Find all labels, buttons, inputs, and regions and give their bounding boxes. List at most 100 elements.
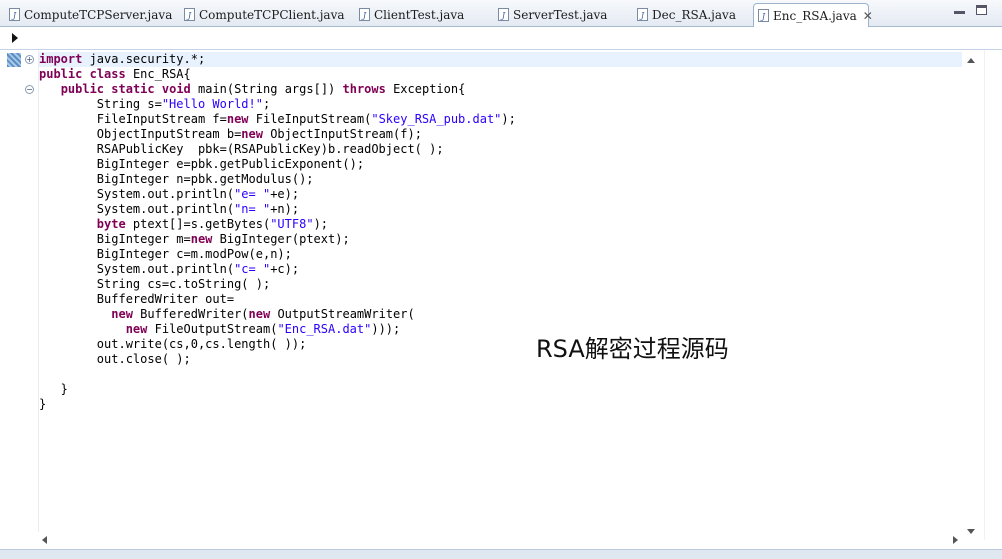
code-line[interactable]: public class Enc_RSA{ xyxy=(39,67,962,82)
code-line[interactable]: } xyxy=(39,382,962,397)
code-line[interactable]: BigInteger m=new BigInteger(ptext); xyxy=(39,232,962,247)
chevron-right-icon[interactable] xyxy=(12,33,18,43)
code-text: System.out.println( xyxy=(39,202,235,216)
code-keyword: throws xyxy=(342,82,386,96)
java-file-icon: J xyxy=(184,8,195,21)
code-line[interactable]: System.out.println("e= "+e); xyxy=(39,187,962,202)
java-file-icon: J xyxy=(498,8,509,21)
code-text: BigInteger m= xyxy=(39,232,191,246)
code-text: FileInputStream( xyxy=(248,112,372,126)
code-text: ObjectInputStream b= xyxy=(39,127,242,141)
java-file-icon: J xyxy=(758,9,769,22)
code-text: Exception{ xyxy=(385,82,466,96)
code-keyword: public xyxy=(60,82,105,96)
code-text: +n); xyxy=(270,202,300,216)
code-text: out.close( ); xyxy=(39,352,191,366)
code-line[interactable]: out.close( ); xyxy=(39,352,962,367)
code-keyword: import xyxy=(39,52,83,66)
code-line[interactable]: import java.security.*; xyxy=(39,52,962,67)
code-keyword: new xyxy=(241,127,263,141)
vertical-scrollbar[interactable] xyxy=(964,52,979,540)
code-text: ); xyxy=(313,217,329,231)
code-keyword: new xyxy=(226,112,249,126)
maximize-icon[interactable] xyxy=(976,5,987,15)
code-keyword: byte xyxy=(96,217,126,231)
code-keyword: new xyxy=(190,232,213,246)
tab-label: Enc_RSA.java xyxy=(773,8,857,23)
folding-gutter: + − xyxy=(22,50,39,540)
code-text: +e); xyxy=(270,187,300,201)
code-string: "e= " xyxy=(234,187,271,201)
code-string: "n= " xyxy=(234,202,271,216)
overview-ruler xyxy=(984,50,999,540)
code-line[interactable]: System.out.println("c= "+c); xyxy=(39,262,962,277)
code-text: BufferedWriter out= xyxy=(39,292,235,306)
code-line[interactable]: RSAPublicKey pbk=(RSAPublicKey)b.readObj… xyxy=(39,142,962,157)
code-text: Enc_RSA{ xyxy=(125,67,191,81)
code-line[interactable]: ObjectInputStream b=new ObjectInputStrea… xyxy=(39,127,962,142)
code-keyword: new xyxy=(248,307,271,321)
code-line[interactable]: System.out.println("n= "+n); xyxy=(39,202,962,217)
scroll-up-icon[interactable] xyxy=(967,58,975,63)
close-icon[interactable]: ✕ xyxy=(863,9,873,23)
code-text: FileOutputStream( xyxy=(147,322,278,336)
code-line[interactable]: BigInteger c=m.modPow(e,n); xyxy=(39,247,962,262)
code-line[interactable]: out.write(cs,0,cs.length( )); xyxy=(39,337,962,352)
code-keyword: new xyxy=(111,307,133,321)
caption-text: RSA解密过程源码 xyxy=(536,335,729,363)
code-line[interactable]: } xyxy=(39,397,962,412)
code-line[interactable]: new FileOutputStream("Enc_RSA.dat"))); xyxy=(39,322,962,337)
minimize-icon[interactable] xyxy=(954,11,965,14)
code-text: System.out.println( xyxy=(39,187,235,201)
tab-enc-rsa[interactable]: J Enc_RSA.java ✕ xyxy=(753,3,873,27)
code-text: java.security.*; xyxy=(82,52,206,66)
code-string: "c= " xyxy=(234,262,271,276)
code-line[interactable]: BufferedWriter out= xyxy=(39,292,962,307)
code-text: ptext[]=s.getBytes( xyxy=(125,217,271,231)
breadcrumb xyxy=(0,27,1002,49)
scroll-down-icon[interactable] xyxy=(967,529,975,534)
code-line[interactable]: String cs=c.toString( ); xyxy=(39,277,962,292)
editor-tab-bar: J ComputeTCPServer.java J ComputeTCPClient.… xyxy=(0,0,1002,27)
code-string: "Skey_RSA_pub.dat" xyxy=(371,112,502,126)
horizontal-scrollbar[interactable] xyxy=(38,532,964,548)
scroll-right-icon[interactable] xyxy=(953,536,958,544)
code-line[interactable]: new BufferedWriter(new OutputStreamWrite… xyxy=(39,307,962,322)
fold-toggle-icon[interactable]: + xyxy=(25,55,34,64)
code-line[interactable] xyxy=(39,367,962,382)
code-line[interactable]: BigInteger e=pbk.getPublicExponent(); xyxy=(39,157,962,172)
source-code[interactable]: import java.security.*; public class Enc_… xyxy=(39,52,962,412)
tab-label: ClientTest.java xyxy=(374,7,465,22)
scroll-left-icon[interactable] xyxy=(42,536,47,544)
code-text: ; xyxy=(262,97,271,111)
fold-toggle-icon[interactable]: − xyxy=(25,85,34,94)
tab-dec-rsa[interactable]: J Dec_RSA.java xyxy=(633,3,751,26)
code-text: BigInteger e=pbk.getPublicExponent(); xyxy=(39,157,365,171)
code-line[interactable]: FileInputStream f=new FileInputStream("S… xyxy=(39,112,962,127)
code-text: } xyxy=(39,397,47,411)
code-keyword: static xyxy=(111,82,155,96)
code-text: main(String args[]) xyxy=(190,82,343,96)
code-editor[interactable]: + − import java.security.*; public class … xyxy=(0,49,1002,558)
code-line[interactable]: BigInteger n=pbk.getModulus(); xyxy=(39,172,962,187)
code-text: RSAPublicKey pbk=(RSAPublicKey)b.readObj… xyxy=(39,142,444,156)
code-line[interactable]: byte ptext[]=s.getBytes("UTF8"); xyxy=(39,217,962,232)
code-line[interactable]: String s="Hello World!"; xyxy=(39,97,962,112)
current-line-marker-icon xyxy=(7,53,21,67)
tab-label: ServerTest.java xyxy=(513,7,608,22)
tab-computetcpclient[interactable]: J ComputeTCPClient.java xyxy=(180,3,352,26)
tab-computetcpserver[interactable]: J ComputeTCPServer.java xyxy=(5,3,177,26)
java-file-icon: J xyxy=(9,8,20,21)
code-keyword: new xyxy=(125,322,148,336)
code-line[interactable]: public static void main(String args[]) t… xyxy=(39,82,962,97)
code-text: FileInputStream f= xyxy=(39,112,227,126)
java-file-icon: J xyxy=(637,8,648,21)
code-string: "Hello World!" xyxy=(161,97,263,111)
code-text: BigInteger n=pbk.getModulus(); xyxy=(39,172,314,186)
tab-label: Dec_RSA.java xyxy=(652,7,736,22)
tab-servertest[interactable]: J ServerTest.java xyxy=(494,3,630,26)
tab-clienttest[interactable]: J ClientTest.java xyxy=(355,3,491,26)
